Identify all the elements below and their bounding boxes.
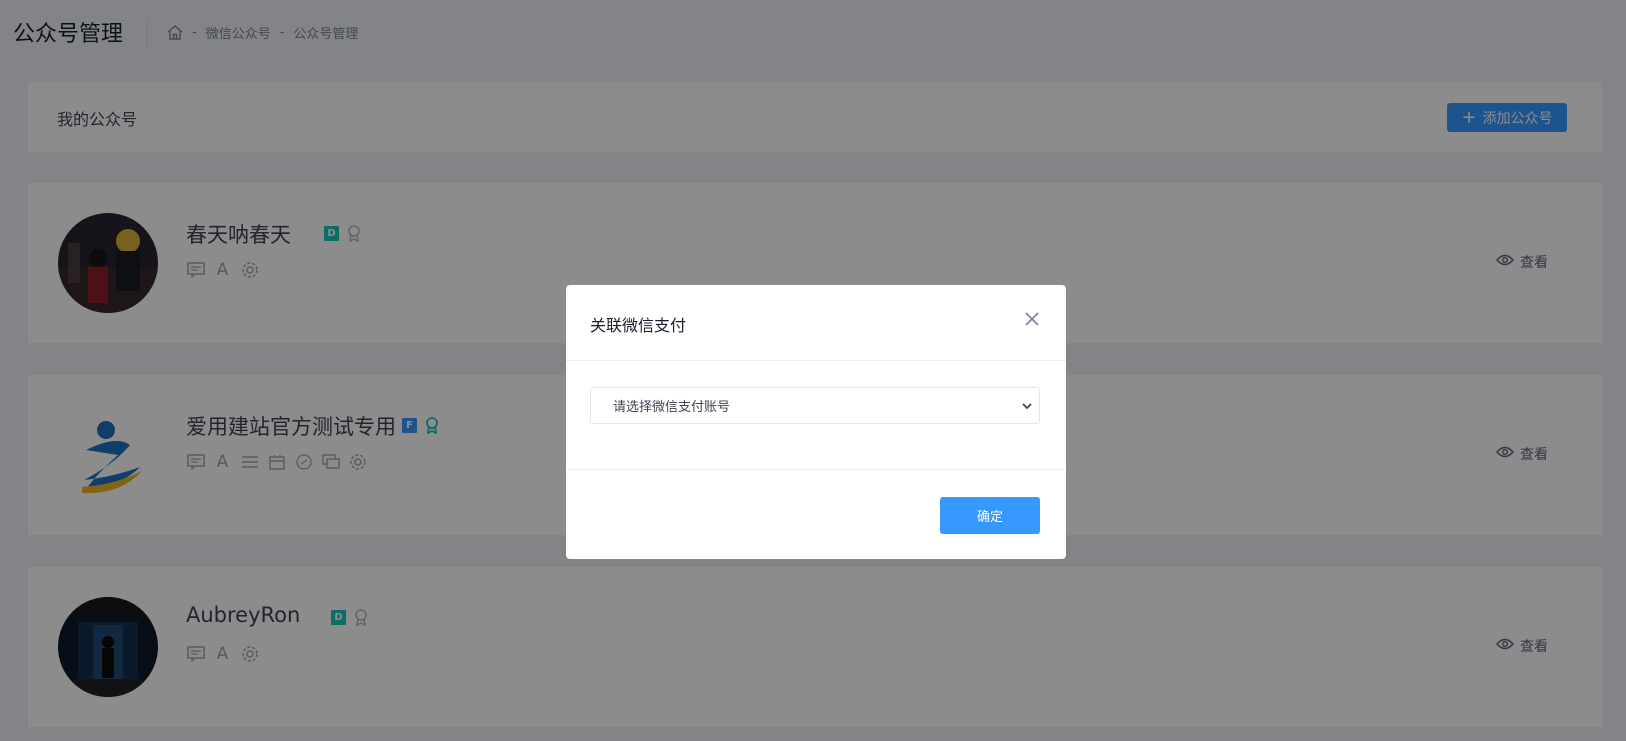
wechat-pay-account-select[interactable]: 请选择微信支付账号 [590, 387, 1040, 424]
link-wechat-pay-modal: 关联微信支付 请选择微信支付账号 确定 [566, 285, 1066, 559]
modal-body: 请选择微信支付账号 [566, 361, 1066, 470]
confirm-button[interactable]: 确定 [940, 497, 1040, 534]
select-value: 请选择微信支付账号 [613, 400, 731, 415]
close-icon[interactable] [1022, 309, 1042, 329]
chevron-down-icon [1021, 400, 1033, 416]
modal-header: 关联微信支付 [566, 285, 1066, 361]
modal-title: 关联微信支付 [590, 316, 687, 335]
